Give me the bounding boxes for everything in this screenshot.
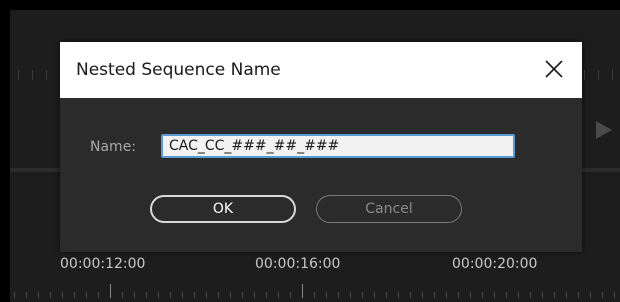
ruler-tick	[278, 292, 279, 298]
timeline-ruler[interactable]	[10, 278, 620, 302]
name-label: Name:	[90, 139, 137, 155]
ruler-tick	[86, 292, 87, 298]
ruler-tick	[218, 292, 219, 298]
ruler-tick	[470, 292, 471, 298]
ruler-tick	[566, 292, 567, 298]
ruler-tick	[590, 292, 591, 298]
ruler-tick	[314, 292, 315, 298]
ok-button[interactable]: OK	[150, 195, 296, 223]
ruler-tick	[578, 292, 579, 298]
ruler-tick	[110, 284, 111, 298]
ruler-tick	[422, 292, 423, 298]
ruler-tick	[38, 292, 39, 298]
ruler-tick	[230, 292, 231, 298]
ruler-tick	[74, 292, 75, 298]
ruler-tick	[584, 70, 585, 80]
ruler-tick	[32, 70, 33, 80]
ruler-tick	[530, 292, 531, 298]
ruler-tick	[266, 292, 267, 298]
ruler-tick	[506, 292, 507, 298]
timecode-label: 00:00:12:00	[60, 256, 146, 272]
ruler-tick	[18, 70, 19, 80]
ruler-tick	[194, 292, 195, 298]
ruler-tick	[146, 292, 147, 298]
dialog-titlebar: Nested Sequence Name	[60, 42, 582, 98]
ruler-tick	[386, 292, 387, 298]
ruler-tick	[302, 284, 303, 298]
ruler-tick	[362, 292, 363, 298]
ruler-tick	[326, 292, 327, 298]
ruler-tick	[494, 292, 495, 298]
ruler-tick	[458, 292, 459, 298]
close-icon	[545, 60, 563, 78]
sequence-name-input[interactable]	[161, 134, 515, 158]
ruler-tick	[374, 292, 375, 298]
close-button[interactable]	[540, 55, 568, 83]
timecode-label: 00:00:20:00	[452, 256, 538, 272]
ruler-tick	[598, 70, 599, 80]
play-icon[interactable]	[596, 121, 612, 139]
ruler-tick	[122, 292, 123, 298]
ruler-tick	[182, 292, 183, 298]
ruler-tick	[518, 292, 519, 298]
ruler-tick	[612, 70, 613, 80]
timeline-panel: 00:00:12:00 00:00:16:00 00:00:20:00 Nest…	[10, 10, 620, 302]
ruler-tick	[542, 292, 543, 298]
ruler-tick	[62, 292, 63, 298]
dialog-title: Nested Sequence Name	[76, 60, 281, 80]
ruler-tick	[398, 292, 399, 298]
ruler-tick	[14, 292, 15, 298]
ruler-tick	[614, 292, 615, 298]
ruler-tick	[446, 292, 447, 298]
ruler-tick	[26, 292, 27, 298]
nested-sequence-dialog: Nested Sequence Name Name: OK Cancel	[60, 42, 582, 252]
ruler-tick	[434, 292, 435, 298]
ruler-tick	[290, 292, 291, 298]
ruler-tick	[206, 292, 207, 298]
ruler-tick	[170, 292, 171, 298]
timecode-label: 00:00:16:00	[255, 256, 341, 272]
cancel-button[interactable]: Cancel	[316, 195, 462, 223]
ruler-tick	[50, 292, 51, 298]
ruler-tick	[554, 292, 555, 298]
ruler-tick	[242, 292, 243, 298]
ruler-tick	[98, 292, 99, 298]
ruler-tick	[410, 292, 411, 298]
ruler-tick	[134, 292, 135, 298]
ruler-tick	[254, 292, 255, 298]
ruler-tick	[158, 292, 159, 298]
ruler-tick	[46, 70, 47, 80]
ruler-tick	[602, 292, 603, 298]
ruler-tick	[338, 292, 339, 298]
timecode-row: 00:00:12:00 00:00:16:00 00:00:20:00	[10, 256, 620, 276]
ruler-tick	[350, 292, 351, 298]
ruler-tick	[482, 292, 483, 298]
